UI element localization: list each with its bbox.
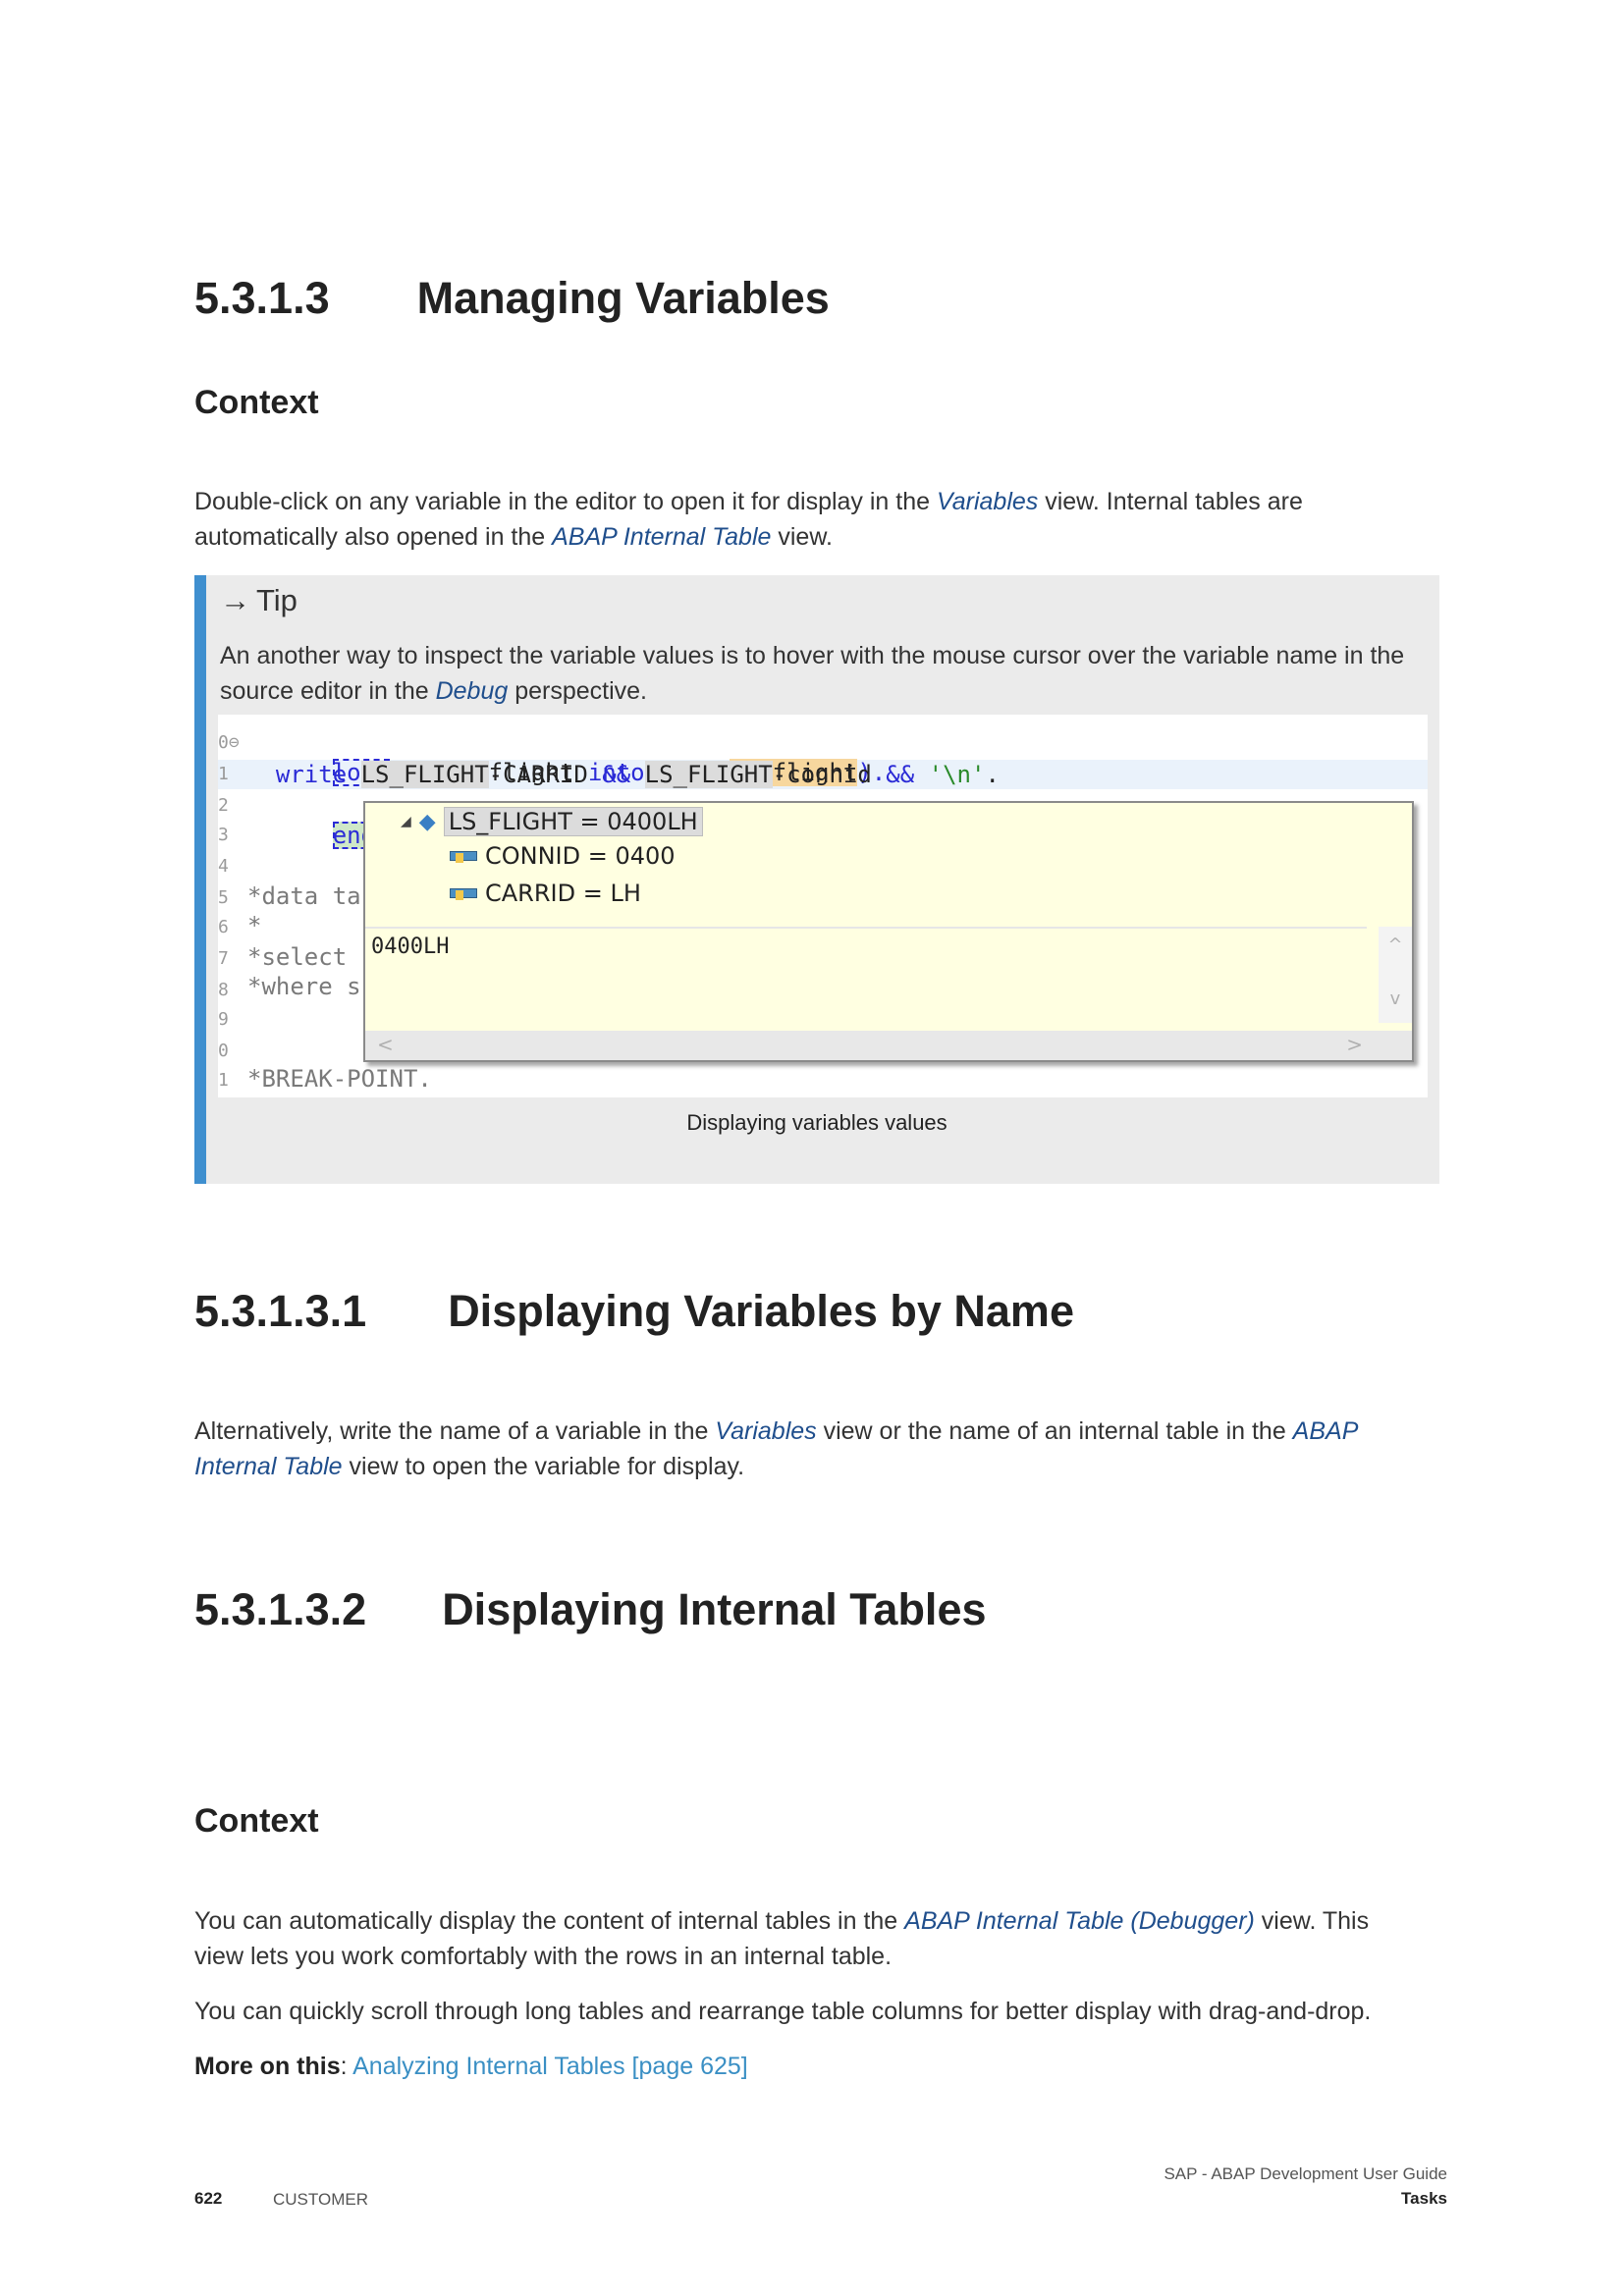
subsection-heading: 5.3.1.3.2 Displaying Internal Tables [194,1584,987,1635]
variable-hover-popup: ◢ ◆ LS_FLIGHT = 0400LH CONNID = 0400 CAR… [363,801,1414,1062]
abap-ref: ABAP [1292,1417,1359,1445]
text-span: Double-click on any variable in the edit… [194,488,937,515]
line-number: 1 [218,1070,229,1091]
comment-line: * [247,912,262,939]
subsection-title: Displaying Variables by Name [448,1286,1074,1336]
section-heading: 5.3.1.3 Managing Variables [194,273,830,324]
text-span: automatically also opened in the [194,523,553,551]
expand-triangle-icon[interactable]: ◢ [401,814,411,829]
vertical-scrollbar[interactable]: ^ v [1379,927,1412,1023]
text-span: Alternatively, write the name of a varia… [194,1417,716,1445]
context-heading: Context [194,1802,319,1840]
text-span: view. This [1254,1907,1370,1935]
tip-box: → Tip An another way to inspect the vari… [194,575,1439,1184]
context-paragraph: You can automatically display the conten… [194,1903,1441,1974]
identifier: -connid [772,761,872,788]
tree-field-row[interactable]: CONNID = 0400 [450,842,676,870]
line-number: 7 [218,948,229,969]
more-label: More on this [194,2053,341,2080]
tree-root-row[interactable]: ◢ ◆ LS_FLIGHT = 0400LH [401,807,703,836]
chapter-label: Tasks [1401,2189,1447,2208]
line-number: 4 [218,856,229,877]
code-line-write: write LS_FLIGHT-CARRID && LS_FLIGHT-conn… [247,760,1000,789]
debug-perspective-ref: Debug [435,677,509,705]
text-span: view to open the variable for display. [342,1453,745,1480]
scroll-left-icon[interactable]: < [377,1033,394,1056]
operator: && [886,761,915,788]
context-heading: Context [194,384,319,421]
text-span: You can automatically display the conten… [194,1907,905,1935]
tip-label: Tip [256,583,298,617]
line-number: 1 [218,764,229,784]
text-span: : [340,2053,353,2080]
tip-header: → Tip [220,583,298,618]
tip-accent-bar [194,575,206,1184]
comment-line: *where s [247,973,361,1000]
comment-line: *data ta [247,882,361,910]
internal-table-ref: Internal Table [194,1453,343,1480]
subsection-paragraph: Alternatively, write the name of a varia… [194,1414,1441,1484]
text-span: view. [771,523,833,551]
string-literal: '\n' [928,761,986,788]
subsection-heading: 5.3.1.3.1 Displaying Variables by Name [194,1286,1074,1337]
comment-line: *BREAK-POINT. [247,1065,432,1093]
variables-view-ref: Variables [715,1417,817,1445]
subsection-title: Displaying Internal Tables [442,1584,987,1634]
editor-screenshot: 0⊖ 1 2 3 4 5 6 7 8 9 0 1 loop at lt_flig… [218,715,1428,1097]
more-on-this: More on this: Analyzing Internal Tables … [194,2049,1441,2084]
abap-internal-table-debugger-ref: ABAP Internal Table (Debugger) [904,1907,1255,1935]
line-number: 2 [218,795,229,816]
field-icon [450,886,477,900]
arrow-right-icon: → [220,583,250,617]
value-detail-pane[interactable]: 0400LH [365,927,1367,1023]
line-number: 6 [218,917,229,937]
context-paragraph: You can quickly scroll through long tabl… [194,1998,1372,2025]
line-number: 5 [218,887,229,908]
subsection-number: 5.3.1.3.1 [194,1286,367,1336]
line-number: 9 [218,1009,229,1030]
text-span: perspective. [508,677,647,705]
code-line-loop: loop at lt_flight into data(ls_flight). [247,728,886,786]
horizontal-scrollbar[interactable]: < > [365,1031,1412,1060]
analyzing-internal-tables-link[interactable]: Analyzing Internal Tables [page 625] [352,2053,748,2080]
classification-label: CUSTOMER [273,2190,368,2209]
operator: && [602,761,631,788]
subsection-number: 5.3.1.3.2 [194,1584,367,1634]
punctuation: . [985,761,1000,788]
line-number: 0⊖ [218,732,240,753]
page-number: 622 [194,2189,223,2208]
document-title: SAP - ABAP Development User Guide [1164,2164,1447,2183]
line-number: 0 [218,1041,229,1061]
section-number: 5.3.1.3 [194,273,330,323]
tree-field-label: CONNID = 0400 [485,842,676,870]
scroll-right-icon[interactable]: > [1346,1033,1363,1056]
structure-diamond-icon: ◆ [418,809,436,834]
text-span: view. Internal tables are [1038,488,1303,515]
line-number: 8 [218,980,229,1000]
context-paragraph: Double-click on any variable in the edit… [194,484,1441,555]
variable-occurrence: LS_FLIGHT [360,761,489,788]
keyword: write [275,761,348,788]
scroll-up-icon[interactable]: ^ [1379,934,1412,955]
field-icon [450,849,477,863]
tree-root-label: LS_FLIGHT = 0400LH [443,807,703,836]
figure-caption: Displaying variables values [686,1110,947,1135]
text-span: An another way to inspect the variable v… [220,642,1405,705]
section-title: Managing Variables [416,273,830,323]
line-number-gutter: 0⊖ 1 2 3 4 5 6 7 8 9 0 1 [218,715,242,1097]
tree-field-row[interactable]: CARRID = LH [450,880,641,907]
text-span: view lets you work comfortably with the … [194,1943,893,1970]
variables-view-ref: Variables [936,488,1039,515]
scroll-down-icon[interactable]: v [1379,988,1412,1009]
tree-field-label: CARRID = LH [485,880,641,907]
abap-internal-table-ref: ABAP Internal Table [552,523,772,551]
comment-line: *select [247,943,348,971]
line-number: 3 [218,825,229,845]
variable-occurrence: LS_FLIGHT [644,761,773,788]
text-span: view or the name of an internal table in… [816,1417,1293,1445]
tip-text: An another way to inspect the variable v… [220,638,1428,709]
identifier: -CARRID [488,761,588,788]
